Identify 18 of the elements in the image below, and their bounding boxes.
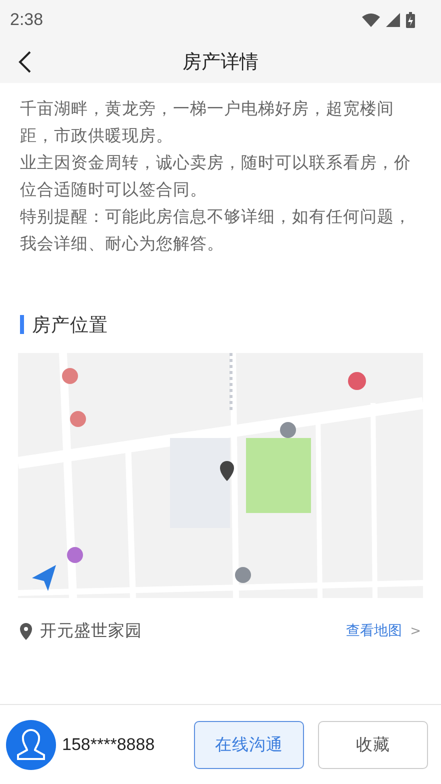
back-icon[interactable] [18, 50, 32, 74]
avatar-icon [6, 720, 56, 770]
signal-icon [386, 13, 400, 27]
chevron-text: > [410, 624, 421, 638]
address-text: 开元盛世家园 [40, 620, 143, 642]
phone-number: 158****8888 [62, 734, 156, 754]
section-title: 房产位置 [32, 314, 108, 337]
favorite-button[interactable]: 收藏 [318, 720, 428, 768]
wifi-icon [362, 13, 380, 27]
chat-button[interactable]: 在线沟通 [194, 720, 304, 768]
description-text: 特别提醒：可能此房信息不够详细，如有任何问题，我会详细、耐心为您解答。 [20, 206, 412, 255]
page-title: 房产详情 [182, 50, 258, 74]
battery-icon [406, 12, 415, 28]
view-map-link[interactable]: 查看地图 [346, 622, 402, 640]
location-pin-icon [20, 622, 32, 640]
description-text: 千亩湖畔，黄龙旁，一梯一户电梯好房，超宽楼间距，市政供暖现房。 [20, 98, 395, 147]
status-time: 2:38 [10, 10, 44, 30]
description-text: 业主因资金周转，诚心卖房，随时可以联系看房，价位合适随时可以签合同。 [20, 152, 412, 201]
